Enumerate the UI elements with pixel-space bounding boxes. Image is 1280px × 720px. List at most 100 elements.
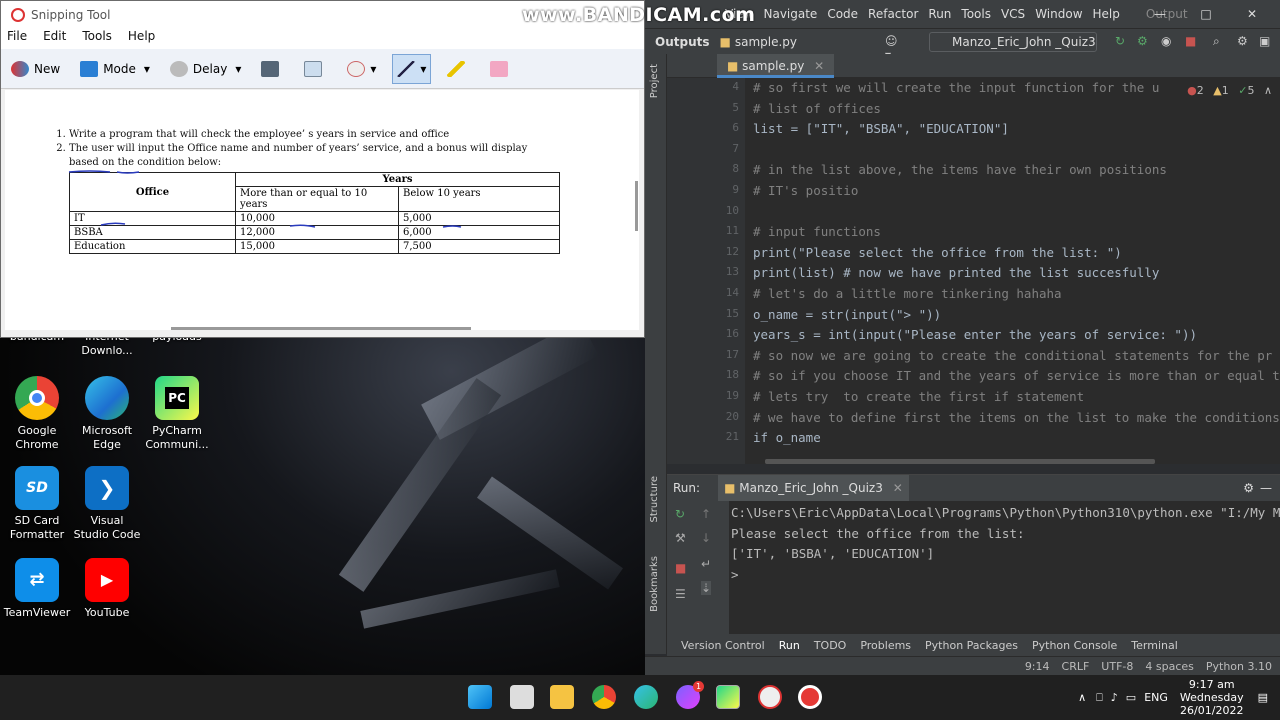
delay-button[interactable]: Delay ▾ — [166, 54, 245, 84]
bandicam-watermark: www.BANDICAM.com — [522, 4, 756, 26]
snipping-tool-icon[interactable] — [758, 685, 782, 709]
desktop-icon-pycharm[interactable]: PC PyCharm Communi... — [142, 376, 212, 452]
menu-help[interactable]: Help — [1093, 7, 1120, 21]
console-output[interactable]: C:\Users\Eric\AppData\Local\Programs\Pyt… — [729, 501, 1280, 634]
save-button[interactable] — [257, 54, 288, 84]
down-arrow-icon[interactable]: ↓ — [701, 531, 711, 545]
new-snip-button[interactable]: New — [7, 54, 64, 84]
tab-run[interactable]: Run — [779, 639, 800, 652]
desktop-icon-vscode[interactable]: ❯ Visual Studio Code — [72, 466, 142, 542]
layout-icon[interactable]: ☰ — [675, 587, 686, 601]
tab-terminal[interactable]: Terminal — [1131, 639, 1178, 652]
coverage-icon[interactable]: ◉ — [1161, 34, 1177, 50]
wrench-icon[interactable]: ⚒ — [675, 531, 686, 545]
highlighter-button[interactable] — [443, 54, 474, 84]
breadcrumb-root[interactable]: Outputs — [655, 35, 710, 49]
user-icon[interactable]: ☺▾ — [885, 34, 901, 62]
battery-icon[interactable]: ▭ — [1126, 691, 1136, 704]
desktop-icon-sd-card-formatter[interactable]: SD SD Card Formatter — [2, 466, 72, 542]
close-icon[interactable]: ✕ — [1234, 0, 1270, 28]
indent-setting[interactable]: 4 spaces — [1145, 660, 1194, 673]
stop-icon[interactable]: ■ — [675, 561, 686, 575]
search-icon[interactable]: ⌕ — [1213, 34, 1229, 50]
settings-icon[interactable]: ⚙ — [1243, 481, 1254, 495]
interpreter[interactable]: Python 3.10 — [1206, 660, 1272, 673]
hide-icon[interactable]: — — [1260, 481, 1272, 495]
menu-tools[interactable]: Tools — [82, 29, 112, 49]
structure-tool-tab[interactable]: Structure — [649, 476, 660, 523]
editor-horizontal-scrollbar[interactable] — [765, 459, 1155, 464]
left-tool-strip: Project Structure Bookmarks — [645, 54, 667, 654]
bookmarks-tool-tab[interactable]: Bookmarks — [649, 556, 660, 612]
edge-icon[interactable] — [634, 685, 658, 709]
eraser-button[interactable] — [486, 54, 517, 84]
menu-run[interactable]: Run — [928, 7, 951, 21]
save-icon — [261, 60, 280, 77]
menu-edit[interactable]: Edit — [43, 29, 66, 49]
copy-button[interactable] — [300, 54, 331, 84]
tab-problems[interactable]: Problems — [860, 639, 911, 652]
maximize-icon[interactable]: □ — [1188, 0, 1224, 28]
inspection-widget[interactable]: ●2 ▲1 ✓5 ∧ — [1187, 84, 1272, 97]
desktop-icon-youtube[interactable]: ▶ YouTube — [72, 558, 142, 620]
menu-file[interactable]: File — [7, 29, 27, 49]
stop-icon[interactable]: ■ — [1185, 34, 1201, 50]
desktop-icon-teamviewer[interactable]: ⇄ TeamViewer — [2, 558, 72, 620]
up-arrow-icon[interactable]: ↑ — [701, 507, 711, 521]
vertical-scrollbar[interactable] — [635, 181, 638, 231]
desktop-icon-edge[interactable]: Microsoft Edge — [72, 376, 142, 452]
youtube-icon: ▶ — [85, 558, 129, 602]
window-controls: — □ ✕ — [1142, 0, 1280, 28]
menu-vcs[interactable]: VCS — [1001, 7, 1025, 21]
close-tab-icon[interactable]: ✕ — [814, 59, 824, 73]
mode-button[interactable]: Mode ▾ — [76, 54, 154, 84]
caret-position[interactable]: 9:14 — [1025, 660, 1050, 673]
menu-tools[interactable]: Tools — [961, 7, 991, 21]
bandicam-record-icon[interactable] — [798, 685, 822, 709]
menu-code[interactable]: Code — [827, 7, 858, 21]
run-tab[interactable]: ■ Manzo_Eric_John _Quiz3 ✕ — [718, 475, 909, 501]
clock[interactable]: 9:17 am Wednesday 26/01/2022 — [1180, 678, 1244, 717]
chrome-icon[interactable] — [592, 685, 616, 709]
tab-python-packages[interactable]: Python Packages — [925, 639, 1018, 652]
breadcrumb-file[interactable]: sample.py — [735, 35, 797, 49]
chevron-up-icon[interactable]: ∧ — [1264, 84, 1272, 97]
minimize-icon[interactable]: — — [1142, 0, 1178, 28]
tab-sample-py[interactable]: ■ sample.py ✕ — [717, 54, 835, 78]
chevron-up-icon[interactable]: ∧ — [1078, 691, 1086, 704]
soft-wrap-icon[interactable]: ↵ — [701, 557, 711, 571]
notification-icon[interactable]: ▤ — [1258, 691, 1268, 704]
desktop-icon-chrome[interactable]: Google Chrome — [2, 376, 72, 452]
network-icon[interactable]: ⎕ — [1096, 691, 1103, 705]
horizontal-scrollbar[interactable] — [171, 327, 471, 330]
task-view-icon[interactable] — [510, 685, 534, 709]
menu-navigate[interactable]: Navigate — [763, 7, 817, 21]
tab-todo[interactable]: TODO — [814, 639, 847, 652]
menu-refactor[interactable]: Refactor — [868, 7, 918, 21]
send-button[interactable]: ▾ — [343, 54, 380, 84]
file-encoding[interactable]: UTF-8 — [1101, 660, 1133, 673]
line-separator[interactable]: CRLF — [1062, 660, 1090, 673]
snipping-tool-window: Snipping Tool File Edit Tools Help New M… — [0, 0, 645, 338]
menu-window[interactable]: Window — [1035, 7, 1082, 21]
rerun-icon[interactable]: ↻ — [1115, 34, 1131, 50]
rerun-icon[interactable]: ↻ — [675, 507, 685, 521]
volume-icon[interactable]: ♪ — [1111, 691, 1118, 704]
snipping-tool-icon — [11, 8, 25, 22]
tab-version-control[interactable]: Version Control — [681, 639, 765, 652]
project-tool-tab[interactable]: Project — [649, 64, 660, 98]
code-editor[interactable]: ●2 ▲1 ✓5 ∧ # so first we will create the… — [745, 78, 1280, 464]
menu-help[interactable]: Help — [128, 29, 155, 49]
settings-icon[interactable]: ⚙ — [1237, 34, 1253, 50]
language-indicator[interactable]: ENG — [1144, 691, 1168, 704]
pen-button[interactable]: ▾ — [392, 53, 432, 84]
debug-icon[interactable]: ⚙ — [1137, 34, 1153, 50]
file-explorer-icon[interactable] — [550, 685, 574, 709]
pycharm-icon[interactable] — [716, 685, 740, 709]
scroll-to-end-icon[interactable]: ⇣ — [701, 581, 712, 595]
messenger-icon[interactable]: 1 — [676, 681, 704, 709]
tab-python-console[interactable]: Python Console — [1032, 639, 1117, 652]
run-config-selector[interactable]: Manzo_Eric_John _Quiz3 ▾ — [929, 32, 1097, 67]
start-icon[interactable] — [468, 685, 492, 709]
close-tab-icon[interactable]: ✕ — [893, 481, 903, 495]
